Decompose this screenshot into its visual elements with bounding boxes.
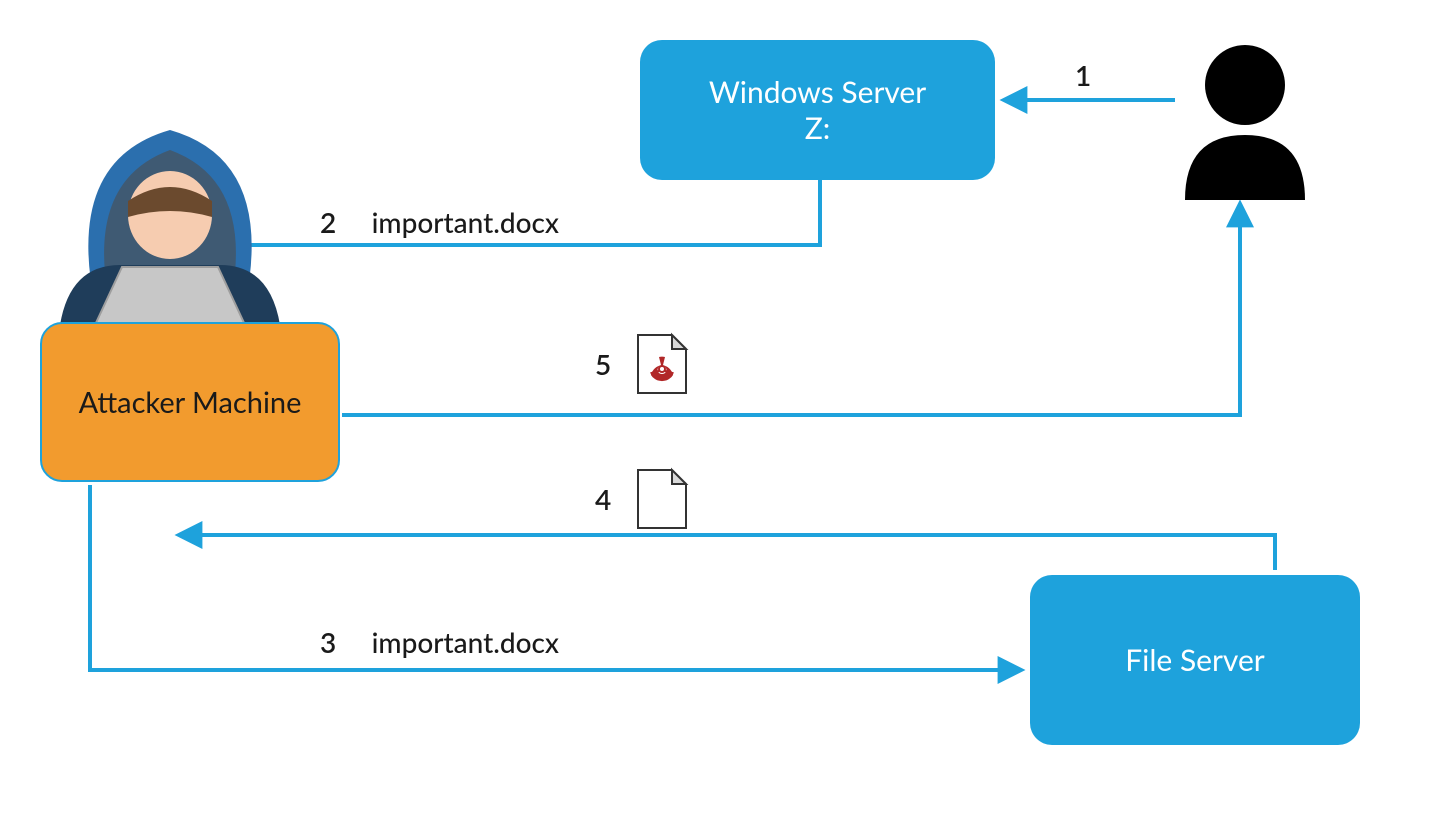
hacker-icon bbox=[60, 130, 280, 325]
windows-server-label-2: Z: bbox=[709, 110, 926, 146]
user-icon bbox=[1185, 45, 1305, 200]
hazard-document-icon bbox=[638, 335, 686, 393]
windows-server-label-1: Windows Server bbox=[709, 74, 926, 110]
step-2-text: important.docx bbox=[372, 205, 559, 239]
step-5-label: 5 bbox=[595, 347, 611, 381]
file-server-label: File Server bbox=[1125, 642, 1264, 678]
step-1-label: 1 bbox=[1075, 58, 1091, 92]
arrow-4 bbox=[180, 535, 1275, 570]
arrow-2 bbox=[170, 180, 820, 300]
step-3-text: important.docx bbox=[372, 625, 559, 659]
step-3-group: 3 important.docx bbox=[320, 625, 559, 659]
file-server-node: File Server bbox=[1030, 575, 1360, 745]
document-icon bbox=[638, 470, 686, 528]
step-4-label: 4 bbox=[595, 482, 611, 516]
step-2-number: 2 bbox=[320, 205, 336, 239]
step-3-number: 3 bbox=[320, 625, 336, 659]
attacker-machine-node: Attacker Machine bbox=[40, 322, 340, 482]
step-2-group: 2 important.docx bbox=[320, 205, 559, 239]
windows-server-node: Windows Server Z: bbox=[640, 40, 995, 180]
attacker-machine-label: Attacker Machine bbox=[79, 385, 302, 420]
